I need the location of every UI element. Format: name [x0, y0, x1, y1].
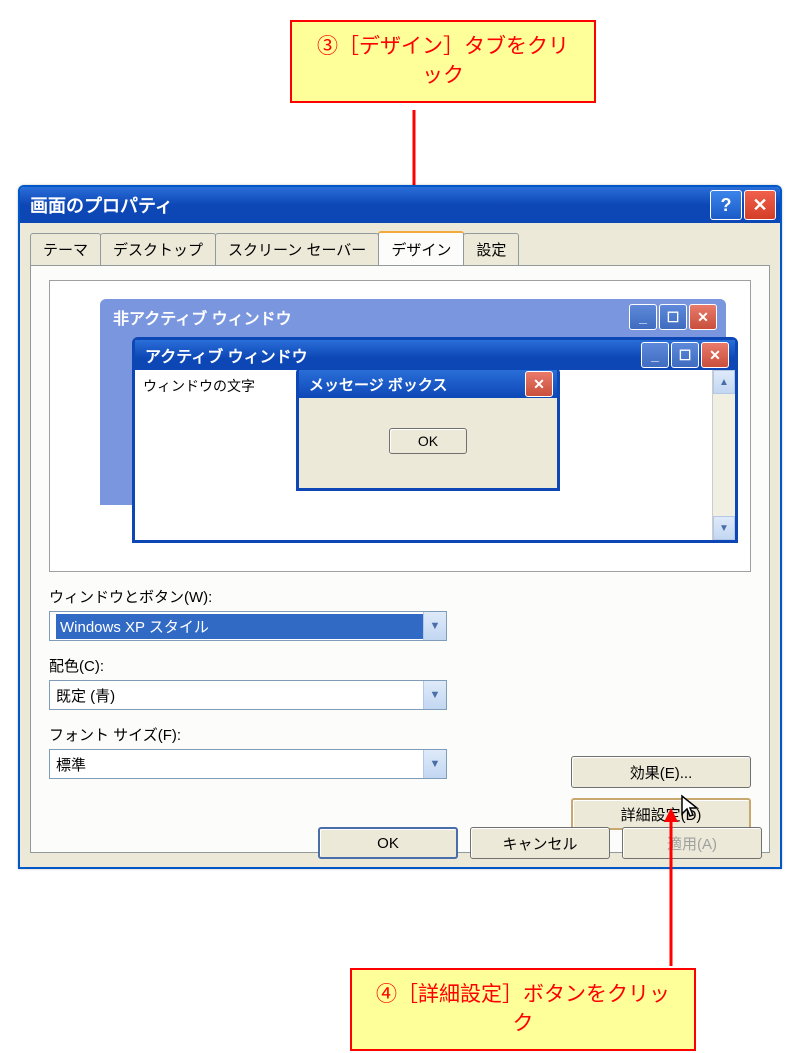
windows-buttons-value: Windows XP スタイル: [56, 614, 423, 639]
tab-desktop[interactable]: デスクトップ: [100, 233, 216, 265]
display-properties-dialog: 画面のプロパティ ? ✕ テーマ デスクトップ スクリーン セーバー デザイン …: [18, 185, 782, 869]
preview-message-box: メッセージ ボックス ✕ OK: [296, 367, 560, 491]
color-label: 配色(C):: [49, 655, 751, 676]
effects-button[interactable]: 効果(E)...: [571, 756, 751, 788]
titlebar: 画面のプロパティ ? ✕: [20, 187, 780, 223]
tab-settings[interactable]: 設定: [463, 233, 519, 265]
preview-msgbox-titlebar: メッセージ ボックス ✕: [299, 370, 557, 398]
scroll-down-icon[interactable]: ▼: [713, 516, 735, 540]
help-button[interactable]: ?: [710, 190, 742, 220]
preview-active-titlebar: アクティブ ウィンドウ _ ☐ ✕: [135, 340, 735, 370]
color-value: 既定 (青): [56, 685, 423, 706]
tab-screensaver[interactable]: スクリーン セーバー: [215, 233, 379, 265]
tab-theme[interactable]: テーマ: [30, 233, 101, 265]
preview-active-title-text: アクティブ ウィンドウ: [145, 343, 308, 367]
callout-top: ③［デザイン］タブをクリック: [290, 20, 596, 103]
font-size-label: フォント サイズ(F):: [49, 724, 751, 745]
close-icon: ✕: [689, 304, 717, 330]
minimize-icon: _: [641, 342, 669, 368]
preview-area: 非アクティブ ウィンドウ _ ☐ ✕ アクティブ ウィンドウ _ ☐ ✕ ウィン…: [49, 280, 751, 572]
scrollbar[interactable]: ▲ ▼: [712, 370, 735, 540]
ok-button[interactable]: OK: [318, 827, 458, 859]
tab-content-design: 非アクティブ ウィンドウ _ ☐ ✕ アクティブ ウィンドウ _ ☐ ✕ ウィン…: [30, 265, 770, 853]
preview-msgbox-title-text: メッセージ ボックス: [309, 374, 447, 395]
windows-buttons-combo[interactable]: Windows XP スタイル ▼: [49, 611, 447, 641]
arrow-bottom: [670, 810, 672, 965]
preview-msgbox-body: OK: [299, 398, 557, 484]
maximize-icon: ☐: [659, 304, 687, 330]
maximize-icon: ☐: [671, 342, 699, 368]
windows-buttons-label: ウィンドウとボタン(W):: [49, 586, 751, 607]
apply-button[interactable]: 適用(A): [622, 827, 762, 859]
tab-design[interactable]: デザイン: [378, 231, 464, 265]
color-combo[interactable]: 既定 (青) ▼: [49, 680, 447, 710]
close-button[interactable]: ✕: [744, 190, 776, 220]
preview-inactive-title-text: 非アクティブ ウィンドウ: [113, 305, 292, 329]
dialog-title: 画面のプロパティ: [30, 192, 708, 218]
chevron-down-icon[interactable]: ▼: [423, 681, 446, 709]
close-icon: ✕: [525, 371, 553, 397]
minimize-icon: _: [629, 304, 657, 330]
chevron-down-icon[interactable]: ▼: [423, 750, 446, 778]
callout-bottom: ④［詳細設定］ボタンをクリック: [350, 968, 696, 1051]
dialog-button-row: OK キャンセル 適用(A): [318, 827, 762, 859]
cancel-button[interactable]: キャンセル: [470, 827, 610, 859]
preview-inactive-titlebar: 非アクティブ ウィンドウ _ ☐ ✕: [103, 302, 723, 332]
font-size-combo[interactable]: 標準 ▼: [49, 749, 447, 779]
scroll-up-icon[interactable]: ▲: [713, 370, 735, 394]
chevron-down-icon[interactable]: ▼: [423, 612, 446, 640]
preview-msgbox-ok-button: OK: [389, 428, 467, 454]
close-icon: ✕: [701, 342, 729, 368]
tab-strip: テーマ デスクトップ スクリーン セーバー デザイン 設定: [20, 223, 780, 265]
preview-window-text: ウィンドウの文字: [135, 370, 263, 540]
font-size-value: 標準: [56, 754, 423, 775]
